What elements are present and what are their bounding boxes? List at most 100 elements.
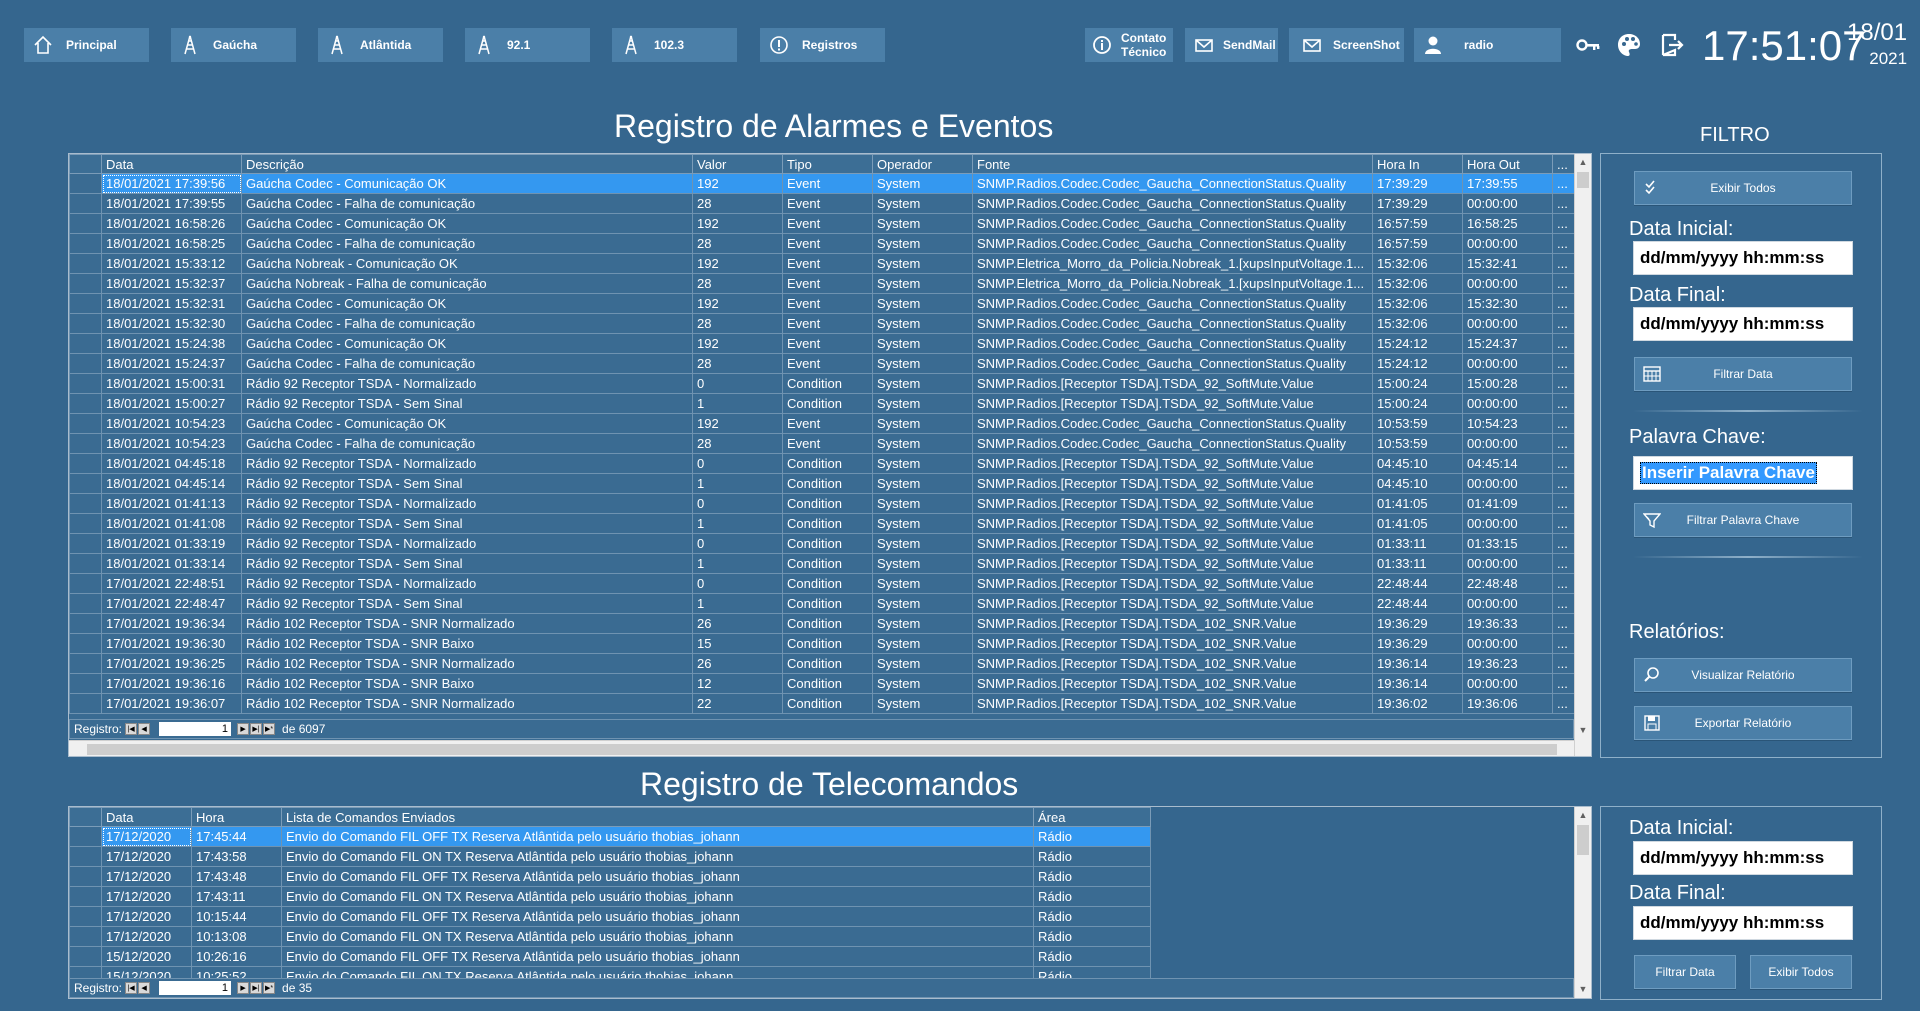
table-row[interactable]: 18/01/2021 15:32:31 Gaúcha Codec - Comuni… [69,293,1575,314]
table-cell[interactable]: 28 [692,433,783,454]
row-selector[interactable] [69,273,102,294]
table-cell[interactable]: 192 [692,173,783,194]
table-cell[interactable]: 16:57:59 [1372,233,1463,254]
table-cell[interactable]: ... [1552,213,1575,234]
user-button[interactable]: radio [1414,28,1561,62]
table-cell[interactable]: Gaúcha Codec - Falha de comunicação [241,193,693,214]
table-cell[interactable]: ... [1552,253,1575,274]
table-cell[interactable]: ... [1552,273,1575,294]
export-report-button[interactable]: Exportar Relatório [1634,706,1852,740]
table-cell[interactable]: 15:32:06 [1372,273,1463,294]
row-selector[interactable] [69,533,102,554]
table-cell[interactable]: ... [1552,193,1575,214]
table-cell[interactable]: System [872,393,973,414]
column-header[interactable]: Hora [191,807,282,827]
table-cell[interactable]: 192 [692,253,783,274]
row-selector[interactable] [69,253,102,274]
cmd-date-start-input[interactable]: dd/mm/yyyy hh:mm:ss [1633,841,1853,875]
table-cell[interactable]: 22 [692,693,783,714]
table-cell[interactable]: System [872,313,973,334]
table-cell[interactable]: System [872,673,973,694]
table-cell[interactable]: SNMP.Radios.[Receptor TSDA].TSDA_102_SNR… [972,673,1373,694]
row-selector[interactable] [69,233,102,254]
table-cell[interactable]: 15:24:12 [1372,353,1463,374]
table-cell[interactable]: Condition [782,453,873,474]
table-cell[interactable]: 18/01/2021 15:00:27 [101,393,242,414]
alarms-grid[interactable]: Data Descrição Valor Tipo Operador Fonte Hora … [68,153,1592,757]
table-cell[interactable]: SNMP.Radios.[Receptor TSDA].TSDA_92_Soft… [972,593,1373,614]
table-cell[interactable]: 22:48:44 [1372,573,1463,594]
table-cell[interactable]: Envio do Comando FIL OFF TX Reserva Atlâ… [281,946,1034,967]
row-selector[interactable] [69,413,102,434]
table-cell[interactable]: ... [1552,533,1575,554]
table-cell[interactable]: Rádio 92 Receptor TSDA - Normalizado [241,453,693,474]
table-cell[interactable]: 26 [692,613,783,634]
table-row[interactable]: 17/12/2020 17:43:48 Envio do Comando FIL O… [69,866,1151,887]
row-selector[interactable] [69,673,102,694]
table-cell[interactable]: ... [1552,373,1575,394]
table-row[interactable]: 18/01/2021 15:24:37 Gaúcha Codec - Falha … [69,353,1575,374]
row-selector[interactable] [69,333,102,354]
table-row[interactable]: 18/01/2021 17:39:55 Gaúcha Codec - Falha … [69,193,1575,214]
row-selector[interactable] [69,866,102,887]
table-cell[interactable]: System [872,333,973,354]
table-row[interactable]: 17/12/2020 10:13:08 Envio do Comando FIL O… [69,926,1151,947]
table-cell[interactable]: ... [1552,233,1575,254]
table-cell[interactable]: 28 [692,313,783,334]
table-cell[interactable]: 00:00:00 [1462,473,1553,494]
table-cell[interactable]: Envio do Comando FIL OFF TX Reserva Atlâ… [281,906,1034,927]
table-cell[interactable]: ... [1552,413,1575,434]
table-cell[interactable]: System [872,613,973,634]
row-selector[interactable] [69,473,102,494]
table-cell[interactable]: Envio do Comando FIL ON TX Reserva Atlân… [281,926,1034,947]
table-cell[interactable]: System [872,553,973,574]
table-cell[interactable]: Condition [782,493,873,514]
row-selector[interactable] [69,193,102,214]
table-cell[interactable]: System [872,273,973,294]
table-cell[interactable]: 01:41:05 [1372,513,1463,534]
table-cell[interactable]: 192 [692,413,783,434]
table-cell[interactable]: System [872,533,973,554]
table-cell[interactable]: 17:43:48 [191,866,282,887]
table-cell[interactable]: System [872,353,973,374]
table-cell[interactable]: 28 [692,193,783,214]
table-cell[interactable]: 17:43:58 [191,846,282,867]
column-header[interactable]: Descrição [241,154,693,174]
table-cell[interactable]: Gaúcha Codec - Comunicação OK [241,293,693,314]
table-cell[interactable]: ... [1552,493,1575,514]
table-cell[interactable]: ... [1552,633,1575,654]
table-cell[interactable]: 1 [692,553,783,574]
table-cell[interactable]: SNMP.Radios.Codec.Codec_Gaucha_Connectio… [972,173,1373,194]
table-cell[interactable]: System [872,653,973,674]
commands-vertical-scrollbar[interactable]: ▲ ▼ [1574,807,1591,998]
table-cell[interactable]: 1 [692,473,783,494]
table-cell[interactable]: ... [1552,333,1575,354]
row-selector[interactable] [69,213,102,234]
record-number-input[interactable]: 1 [159,981,232,995]
first-record-button[interactable]: |◀ [125,982,138,994]
table-cell[interactable]: 00:00:00 [1462,193,1553,214]
table-cell[interactable]: 18/01/2021 17:39:56 [101,173,242,194]
table-cell[interactable]: Condition [782,633,873,654]
table-cell[interactable]: 01:33:11 [1372,553,1463,574]
table-cell[interactable]: Gaúcha Codec - Comunicação OK [241,173,693,194]
table-cell[interactable]: Condition [782,513,873,534]
row-selector[interactable] [69,846,102,867]
table-cell[interactable]: 19:36:33 [1462,613,1553,634]
table-cell[interactable]: 192 [692,213,783,234]
column-header[interactable]: Operador [872,154,973,174]
scroll-thumb[interactable] [1577,172,1589,188]
scroll-up-icon[interactable]: ▲ [1575,154,1591,170]
table-cell[interactable]: Rádio 92 Receptor TSDA - Normalizado [241,373,693,394]
table-cell[interactable]: Rádio 92 Receptor TSDA - Normalizado [241,493,693,514]
table-row[interactable]: 18/01/2021 15:32:30 Gaúcha Codec - Falha … [69,313,1575,334]
table-cell[interactable]: 15:24:37 [1462,333,1553,354]
column-header[interactable]: Tipo [782,154,873,174]
table-cell[interactable]: 18/01/2021 01:33:19 [101,533,242,554]
row-selector[interactable] [69,926,102,947]
table-cell[interactable]: 00:00:00 [1462,233,1553,254]
table-cell[interactable]: Envio do Comando FIL ON TX Reserva Atlân… [281,846,1034,867]
table-row[interactable]: 18/01/2021 15:32:37 Gaúcha Nobreak - Falh… [69,273,1575,294]
row-selector[interactable] [69,313,102,334]
table-cell[interactable]: 10:53:59 [1372,433,1463,454]
